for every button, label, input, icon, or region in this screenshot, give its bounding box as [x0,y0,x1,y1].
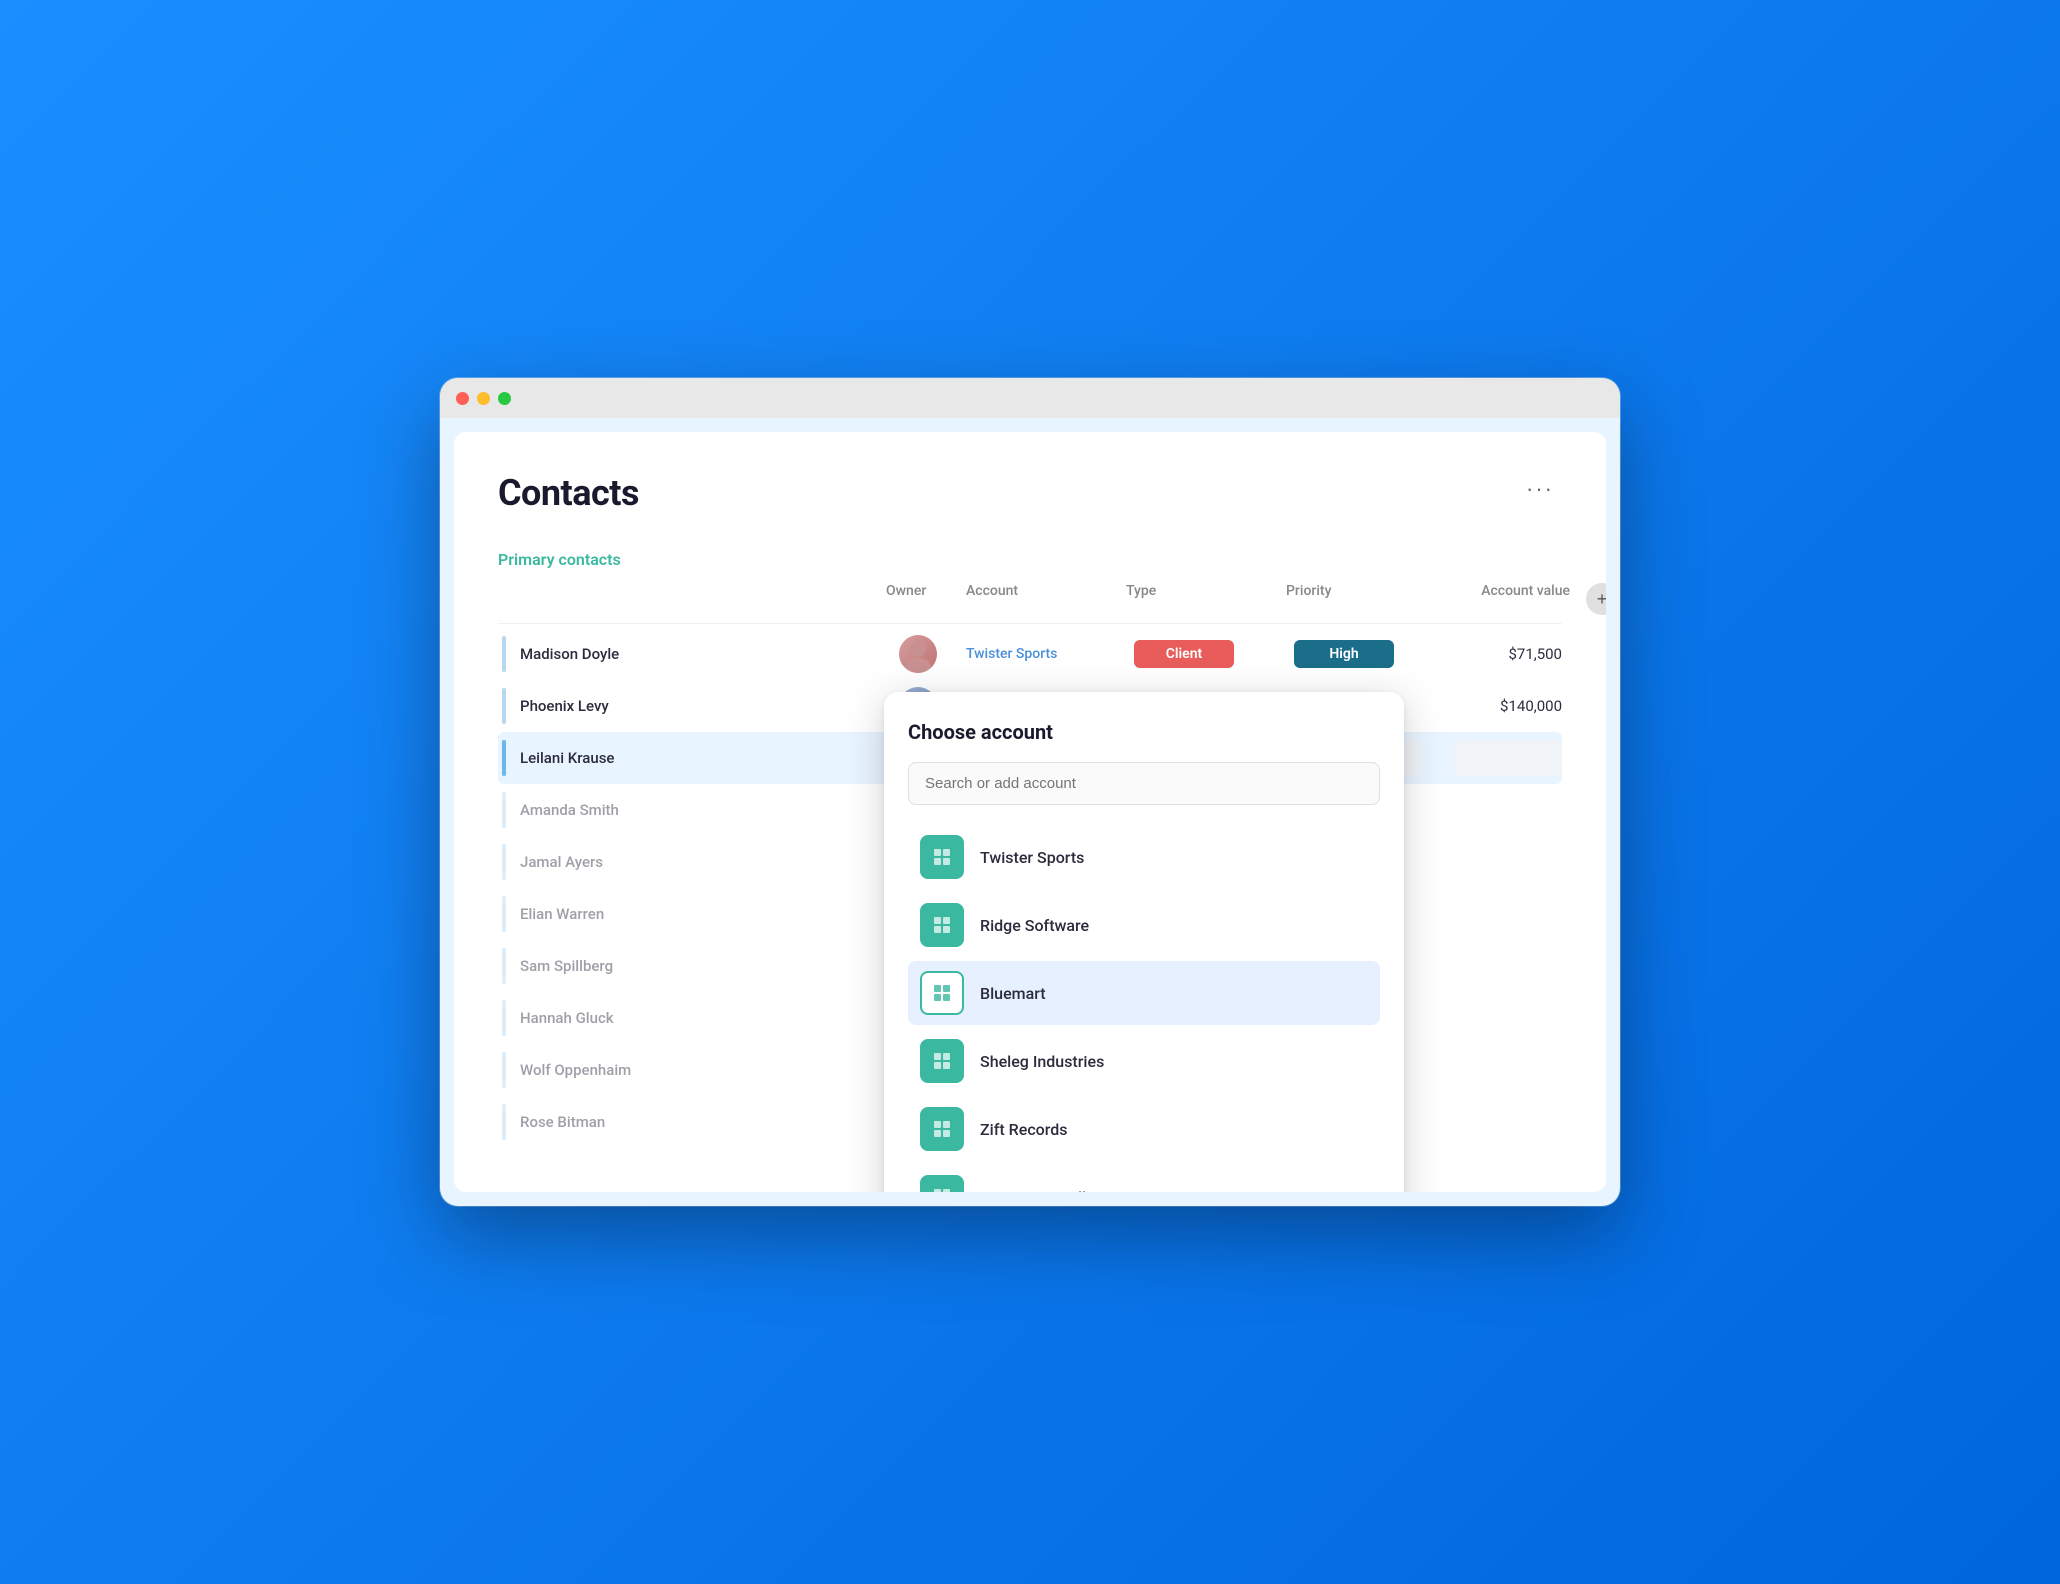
account-value: $71,500 [1438,645,1578,663]
account-item-bluemart[interactable]: Bluemart [908,961,1380,1025]
account-icon [920,835,964,879]
account-item-name: Waissman Gallery [980,1188,1108,1193]
search-input[interactable] [908,762,1380,805]
left-bar [502,896,506,932]
search-input-wrap [908,762,1380,805]
contact-name: Phoenix Levy [520,697,609,715]
priority-cell: High [1278,640,1438,668]
contact-name-cell: Madison Doyle [498,636,878,672]
page-title: Contacts [498,472,639,514]
contact-name: Rose Bitman [520,1113,605,1131]
col-name [498,583,878,615]
account-item-sheleg[interactable]: Sheleg Industries [908,1029,1380,1093]
avatar [899,635,937,673]
left-bar [502,1052,506,1088]
account-item-waissman[interactable]: Waissman Gallery [908,1165,1380,1192]
contact-name-cell: Phoenix Levy [498,688,878,724]
left-bar [502,948,506,984]
contact-name: Amanda Smith [520,801,619,819]
account-link[interactable]: Twister Sports [958,646,1118,662]
contact-name: Hannah Gluck [520,1009,614,1027]
contact-name-cell: Jamal Ayers [498,844,878,880]
account-item-zift[interactable]: Zift Records [908,1097,1380,1161]
add-column-button[interactable]: + [1586,583,1606,615]
empty-value [1438,740,1578,776]
col-owner: Owner [878,583,958,615]
type-cell: Client [1118,640,1278,668]
account-icon-selected [920,971,964,1015]
col-value: Account value [1438,583,1578,615]
contact-name: Elian Warren [520,905,604,923]
priority-badge: High [1294,640,1394,668]
account-icon [920,1175,964,1192]
left-bar [502,688,506,724]
section-label: Primary contacts [498,550,1562,569]
browser-titlebar [440,378,1620,418]
contact-name-cell: Elian Warren [498,896,878,932]
table-header: Owner Account Type Priority Account valu… [498,583,1562,624]
left-bar [502,844,506,880]
col-priority: Priority [1278,583,1438,615]
account-item-name: Sheleg Industries [980,1052,1104,1071]
avatar-cell [878,635,958,673]
account-icon [920,1107,964,1151]
dropdown-title: Choose account [908,720,1380,744]
col-account: Account [958,583,1118,615]
account-item-name: Ridge Software [980,916,1089,935]
left-bar [502,636,506,672]
account-item-name: Twister Sports [980,848,1084,867]
browser-window: Contacts ··· Primary contacts Owner Acco… [440,378,1620,1206]
account-item-ridge-software[interactable]: Ridge Software [908,893,1380,957]
dot-red[interactable] [456,392,469,405]
contact-name: Madison Doyle [520,645,619,663]
contact-name-cell: Leilani Krause [498,740,878,776]
account-list: Twister Sports Ridge Software Bluemart [908,825,1380,1192]
contact-name: Sam Spillberg [520,957,613,975]
table-row[interactable]: Madison Doyle Twister Sports Client High… [498,628,1562,680]
more-options-button[interactable]: ··· [1518,472,1562,506]
left-bar [502,792,506,828]
left-bar [502,1104,506,1140]
dot-green[interactable] [498,392,511,405]
type-badge: Client [1134,640,1234,668]
contact-name: Leilani Krause [520,749,614,767]
col-action: + [1578,583,1606,615]
contact-name: Wolf Oppenhaim [520,1061,631,1079]
left-bar [502,740,506,776]
contact-name-cell: Wolf Oppenhaim [498,1052,878,1088]
account-item-name: Zift Records [980,1120,1068,1139]
left-bar [502,1000,506,1036]
account-icon [920,1039,964,1083]
app-content: Contacts ··· Primary contacts Owner Acco… [454,432,1606,1192]
contact-name-cell: Rose Bitman [498,1104,878,1140]
contact-name-cell: Hannah Gluck [498,1000,878,1036]
account-item-twister-sports[interactable]: Twister Sports [908,825,1380,889]
account-item-name: Bluemart [980,984,1046,1003]
page-header: Contacts ··· [498,472,1562,514]
choose-account-dropdown: Choose account Twister Sports Ridge Soft… [884,692,1404,1192]
account-value: $140,000 [1438,697,1578,715]
col-type: Type [1118,583,1278,615]
contact-name-cell: Amanda Smith [498,792,878,828]
dot-yellow[interactable] [477,392,490,405]
contact-name-cell: Sam Spillberg [498,948,878,984]
account-icon [920,903,964,947]
contact-name: Jamal Ayers [520,853,603,871]
